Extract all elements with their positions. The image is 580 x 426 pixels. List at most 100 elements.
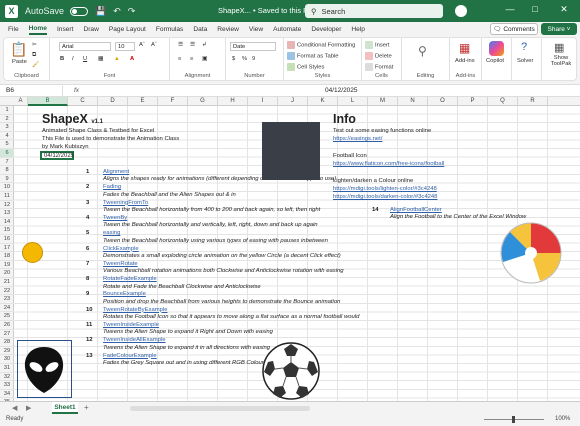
search-input[interactable]: ⚲ Search xyxy=(305,4,443,18)
row-header-18[interactable]: 18 xyxy=(0,252,14,261)
tab-insert[interactable]: Insert xyxy=(57,26,74,34)
row-header-32[interactable]: 32 xyxy=(0,373,14,382)
row-header-16[interactable]: 16 xyxy=(0,235,14,244)
comments-button[interactable]: 🗨 Comments xyxy=(490,23,538,35)
column-header-l[interactable]: L xyxy=(338,97,368,106)
insert-cells-button[interactable]: Insert xyxy=(365,41,390,49)
row-header-26[interactable]: 26 xyxy=(0,321,14,330)
next-sheet-icon[interactable]: ▶ xyxy=(26,404,31,412)
column-header-r[interactable]: R xyxy=(518,97,548,106)
row-header-11[interactable]: 11 xyxy=(0,192,14,201)
column-header-q[interactable]: Q xyxy=(488,97,518,106)
row-header-17[interactable]: 17 xyxy=(0,244,14,253)
row-header-8[interactable]: 8 xyxy=(0,166,14,175)
tab-view[interactable]: View xyxy=(249,26,263,34)
column-header-j[interactable]: J xyxy=(278,97,308,106)
column-header-e[interactable]: E xyxy=(128,97,158,106)
column-header-c[interactable]: C xyxy=(68,97,98,106)
row-header-4[interactable]: 4 xyxy=(0,132,14,141)
row-header-3[interactable]: 3 xyxy=(0,123,14,132)
row-header-21[interactable]: 21 xyxy=(0,278,14,287)
formula-input[interactable]: 04/12/2025 xyxy=(325,86,358,96)
row-header-6[interactable]: 6 xyxy=(0,149,14,158)
format-cells-button[interactable]: Format xyxy=(365,63,393,71)
tab-help[interactable]: Help xyxy=(351,26,365,34)
tab-developer[interactable]: Developer xyxy=(311,26,341,34)
font-size-select[interactable]: 10 xyxy=(115,42,135,51)
shrink-font-icon[interactable]: Aˇ xyxy=(151,42,157,48)
easings-link[interactable]: https://easings.net/ xyxy=(333,135,382,144)
merge-icon[interactable]: ▣ xyxy=(202,56,207,62)
row-header-24[interactable]: 24 xyxy=(0,304,14,313)
column-header-g[interactable]: G xyxy=(188,97,218,106)
beachball-icon[interactable] xyxy=(500,222,562,284)
row-header-9[interactable]: 9 xyxy=(0,175,14,184)
bold-icon[interactable]: B xyxy=(60,56,64,62)
horizontal-scrollbar[interactable] xyxy=(130,406,310,411)
copilot-button[interactable]: Copilot xyxy=(486,58,504,64)
column-header-p[interactable]: P xyxy=(458,97,488,106)
row-header-1[interactable]: 1 xyxy=(0,106,14,115)
row-header-25[interactable]: 25 xyxy=(0,312,14,321)
zoom-level[interactable]: 100% xyxy=(555,416,570,422)
name-box[interactable]: B6 xyxy=(3,86,63,96)
solver-icon[interactable]: ? xyxy=(521,41,527,53)
row-header-7[interactable]: 7 xyxy=(0,158,14,167)
row-header-29[interactable]: 29 xyxy=(0,347,14,356)
tab-data[interactable]: Data xyxy=(193,26,207,34)
tab-formulas[interactable]: Formulas xyxy=(156,26,183,34)
tab-automate[interactable]: Automate xyxy=(273,26,301,34)
share-button[interactable]: Share ˅ xyxy=(541,23,577,35)
column-header-k[interactable]: K xyxy=(308,97,338,106)
row-header-19[interactable]: 19 xyxy=(0,261,14,270)
minimize-button[interactable]: — xyxy=(500,4,520,18)
maximize-button[interactable]: □ xyxy=(525,4,545,18)
find-select-icon[interactable]: ⚲ xyxy=(418,44,427,58)
format-painter-icon[interactable]: 🖌 xyxy=(32,62,39,68)
currency-icon[interactable]: $ xyxy=(232,56,235,62)
column-header-a[interactable]: A xyxy=(14,97,28,106)
row-header-14[interactable]: 14 xyxy=(0,218,14,227)
wrap-text-icon[interactable]: ↲ xyxy=(202,42,207,48)
zoom-slider-thumb[interactable] xyxy=(512,416,515,423)
row-header-28[interactable]: 28 xyxy=(0,338,14,347)
fill-color-icon[interactable]: ▲ xyxy=(114,56,120,62)
grey-square-shape[interactable] xyxy=(262,122,320,180)
center-align-icon[interactable]: ≡ xyxy=(190,56,193,62)
tab-file[interactable]: File xyxy=(8,26,19,34)
avatar[interactable] xyxy=(455,5,467,17)
conditional-formatting-button[interactable]: Conditional Formatting xyxy=(287,41,355,49)
row-header-5[interactable]: 5 xyxy=(0,140,14,149)
toolpak-icon[interactable]: ▦ xyxy=(554,41,564,54)
row-header-31[interactable]: 31 xyxy=(0,364,14,373)
row-header-33[interactable]: 33 xyxy=(0,381,14,390)
percent-icon[interactable]: % xyxy=(242,56,247,62)
darken-color-link[interactable]: https://mdigi.tools/darken-color/#3c4248 xyxy=(333,193,437,202)
italic-icon[interactable]: I xyxy=(72,56,74,62)
row-header-34[interactable]: 34 xyxy=(0,390,14,399)
alien-shape-frame[interactable] xyxy=(17,340,72,398)
comma-icon[interactable]: 9 xyxy=(252,56,255,62)
column-header-h[interactable]: H xyxy=(218,97,248,106)
copilot-icon[interactable] xyxy=(489,41,504,56)
paste-icon[interactable]: 📋 xyxy=(10,41,27,58)
tab-review[interactable]: Review xyxy=(217,26,239,34)
row-header-12[interactable]: 12 xyxy=(0,201,14,210)
format-as-table-button[interactable]: Format as Table xyxy=(287,52,338,60)
addins-icon[interactable]: ▦ xyxy=(459,41,470,55)
autosave-toggle[interactable] xyxy=(70,6,89,16)
row-header-10[interactable]: 10 xyxy=(0,183,14,192)
middle-align-icon[interactable]: ☰ xyxy=(190,42,195,48)
row-header-22[interactable]: 22 xyxy=(0,287,14,296)
column-header-o[interactable]: O xyxy=(428,97,458,106)
cut-icon[interactable]: ✂ xyxy=(32,42,37,48)
add-sheet-button[interactable]: + xyxy=(84,403,89,412)
underline-icon[interactable]: U xyxy=(83,56,87,62)
column-header-d[interactable]: D xyxy=(98,97,128,106)
column-header-n[interactable]: N xyxy=(398,97,428,106)
toolpak-button[interactable]: Show ToolPak xyxy=(544,55,578,67)
tab-draw[interactable]: Draw xyxy=(83,26,98,34)
tab-page-layout[interactable]: Page Layout xyxy=(109,26,146,34)
row-header-13[interactable]: 13 xyxy=(0,209,14,218)
column-header-m[interactable]: M xyxy=(368,97,398,106)
